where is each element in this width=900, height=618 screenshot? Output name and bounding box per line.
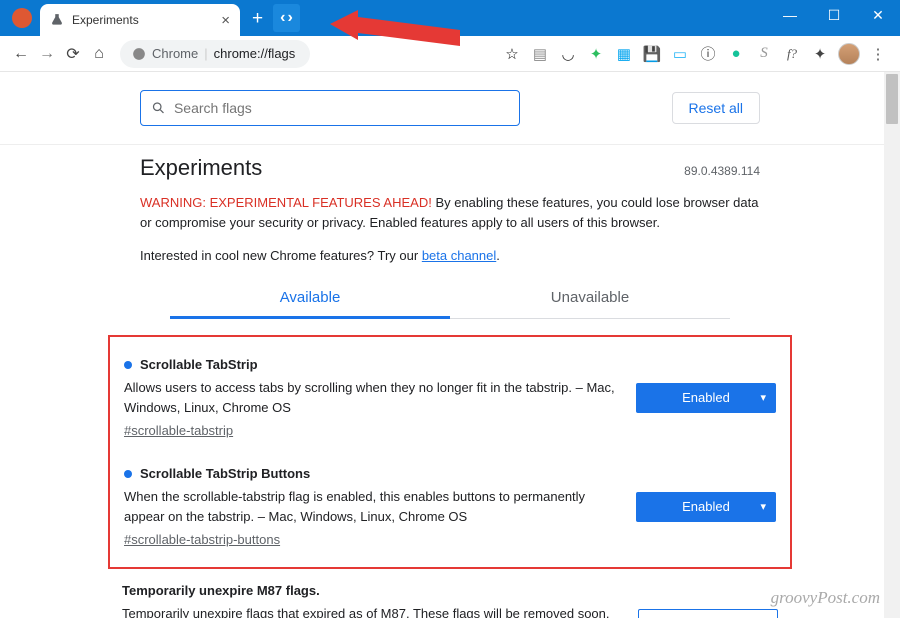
tabstrip-scroll-buttons[interactable]: ‹ › — [273, 4, 300, 32]
info-icon[interactable]: ⓘ — [696, 42, 720, 66]
tabs-row: Available Unavailable — [170, 279, 730, 319]
tab-available[interactable]: Available — [170, 279, 450, 319]
window-controls: — ☐ ✕ — [768, 0, 900, 30]
flag-select[interactable]: Enabled — [636, 383, 776, 413]
reload-button[interactable]: ⟳ — [60, 44, 86, 64]
flag-title: Scrollable TabStrip — [140, 357, 258, 372]
flag-title: Scrollable TabStrip Buttons — [140, 466, 310, 481]
page-content: Reset all Experiments 89.0.4389.114 WARN… — [0, 72, 900, 618]
search-icon — [151, 100, 166, 116]
tab-title: Experiments — [72, 13, 221, 27]
pocket-icon[interactable]: ◡ — [556, 42, 580, 66]
minimize-button[interactable]: — — [768, 0, 812, 30]
modified-dot-icon — [124, 470, 132, 478]
version-text: 89.0.4389.114 — [684, 164, 760, 178]
flag-select[interactable]: Default — [638, 609, 778, 618]
scroll-left-icon[interactable]: ‹ — [280, 9, 285, 27]
flag-anchor-link[interactable]: #scrollable-tabstrip — [124, 423, 233, 438]
extensions-icon[interactable]: ✦ — [808, 42, 832, 66]
search-row: Reset all — [0, 72, 900, 145]
flag-item: Temporarily unexpire M87 flags. Temporar… — [122, 579, 778, 618]
modified-dot-icon — [124, 361, 132, 369]
close-window-button[interactable]: ✕ — [856, 0, 900, 30]
flag-anchor-link[interactable]: #scrollable-tabstrip-buttons — [124, 532, 280, 547]
scroll-right-icon[interactable]: › — [287, 9, 292, 27]
search-flags-box[interactable] — [140, 90, 520, 126]
warning-text: WARNING: EXPERIMENTAL FEATURES AHEAD! By… — [0, 187, 900, 238]
profile-avatar[interactable] — [838, 43, 860, 65]
new-tab-button[interactable]: + — [252, 8, 263, 30]
flag-description: When the scrollable-tabstrip flag is ena… — [124, 481, 616, 532]
address-scheme: Chrome — [152, 46, 198, 61]
flask-icon — [50, 13, 64, 27]
evernote-icon[interactable]: ✦ — [584, 42, 608, 66]
star-icon[interactable]: ☆ — [500, 42, 524, 66]
flag-title: Temporarily unexpire M87 flags. — [122, 583, 320, 598]
flag-description: Allows users to access tabs by scrolling… — [124, 372, 616, 423]
flag-select[interactable]: Enabled — [636, 492, 776, 522]
maximize-button[interactable]: ☐ — [812, 0, 856, 30]
ext-f-icon[interactable]: f? — [780, 42, 804, 66]
close-tab-icon[interactable]: × — [221, 12, 230, 29]
flag-item: Scrollable TabStrip Allows users to acce… — [124, 347, 776, 456]
scrollbar-track[interactable] — [884, 72, 900, 618]
address-bar[interactable]: Chrome | chrome://flags — [120, 40, 310, 68]
pdf-icon[interactable]: ▤ — [528, 42, 552, 66]
save-icon[interactable]: 💾 — [640, 42, 664, 66]
highlight-box: Scrollable TabStrip Allows users to acce… — [108, 335, 792, 569]
search-input[interactable] — [174, 100, 509, 116]
address-url: chrome://flags — [214, 46, 296, 61]
image-icon[interactable]: ▭ — [668, 42, 692, 66]
home-button[interactable]: ⌂ — [86, 45, 112, 63]
warning-red: WARNING: EXPERIMENTAL FEATURES AHEAD! — [140, 195, 432, 210]
reset-all-button[interactable]: Reset all — [672, 92, 760, 124]
beta-channel-link[interactable]: beta channel — [422, 248, 496, 263]
browser-toolbar: ← → ⟳ ⌂ Chrome | chrome://flags ☆ ▤ ◡ ✦ … — [0, 36, 900, 72]
chrome-icon — [132, 47, 146, 61]
tab-unavailable[interactable]: Unavailable — [450, 279, 730, 318]
scrollbar-thumb[interactable] — [886, 74, 898, 124]
flag-item: Scrollable TabStrip Buttons When the scr… — [124, 456, 776, 551]
ext-s-icon[interactable]: S — [752, 42, 776, 66]
duckduckgo-icon — [12, 8, 32, 28]
beta-text: Interested in cool new Chrome features? … — [0, 238, 900, 279]
page-title: Experiments — [140, 155, 262, 181]
microsoft-icon[interactable]: ▦ — [612, 42, 636, 66]
flag-description: Temporarily unexpire flags that expired … — [122, 598, 618, 618]
heading-row: Experiments 89.0.4389.114 — [0, 145, 900, 187]
grammarly-icon[interactable]: ● — [724, 42, 748, 66]
forward-button[interactable]: → — [34, 45, 60, 63]
menu-icon[interactable]: ⋮ — [866, 42, 890, 66]
browser-titlebar: Experiments × + ‹ › — ☐ ✕ — [0, 0, 900, 36]
back-button[interactable]: ← — [8, 45, 34, 63]
browser-tab[interactable]: Experiments × — [40, 4, 240, 36]
